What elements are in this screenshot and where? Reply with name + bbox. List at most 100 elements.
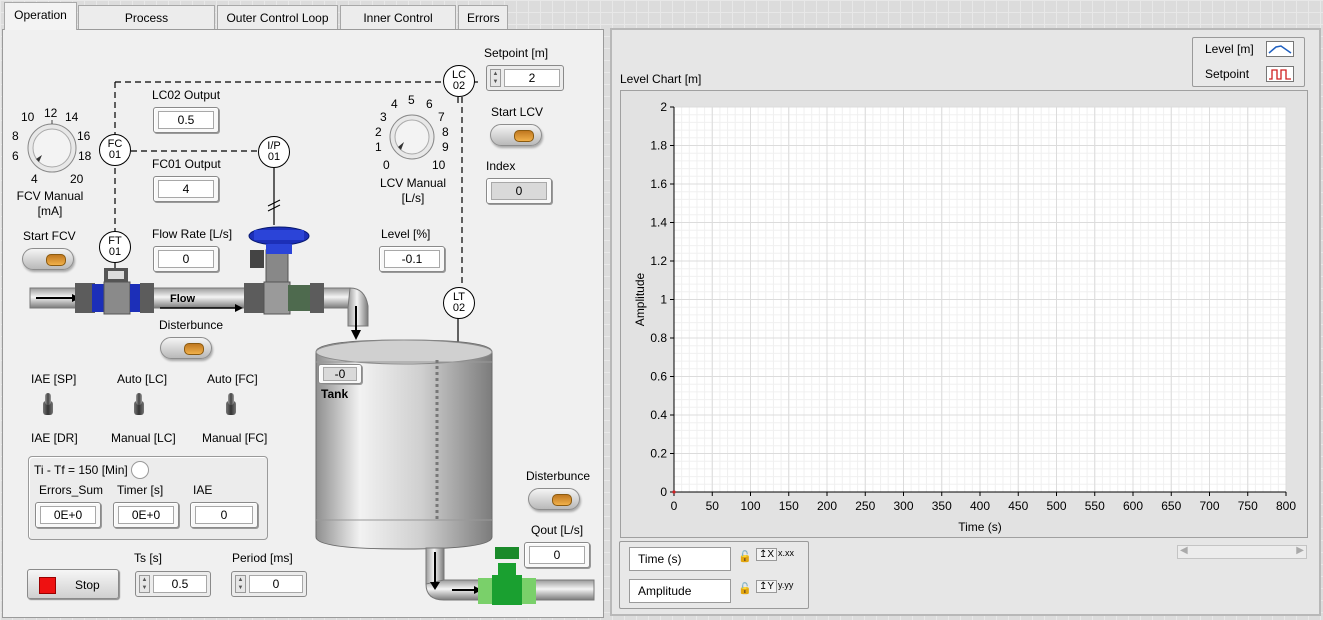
line-icon — [1266, 41, 1294, 57]
auto-lc-label: Auto [LC] — [117, 372, 168, 386]
scroll-left-icon[interactable]: ◀ — [1180, 545, 1188, 556]
disturbance-2-button[interactable] — [528, 488, 580, 510]
y-tick-label: 0.8 — [650, 331, 667, 345]
start-lcv-button[interactable] — [490, 124, 542, 146]
legend-setpoint-label: Setpoint — [1205, 67, 1250, 81]
period-spinner[interactable]: ▲ ▼ — [235, 575, 246, 593]
lc02-output-label: LC02 Output — [152, 88, 221, 102]
disturbance-1-led — [184, 343, 204, 355]
iae-mode-switch[interactable] — [43, 393, 53, 415]
flow-rate-label: Flow Rate [L/s] — [152, 227, 233, 241]
fc-mode-switch[interactable] — [226, 393, 236, 415]
autoscale-x-icon[interactable]: ↥X — [756, 548, 778, 561]
period-label: Period [ms] — [232, 551, 293, 565]
lc-mode-switch[interactable] — [134, 393, 144, 415]
x-tick-label: 750 — [1238, 499, 1258, 513]
x-tick-label: 400 — [970, 499, 990, 513]
disturbance-1-button[interactable] — [160, 337, 212, 359]
fcv-tick-10: 10 — [21, 110, 35, 124]
scroll-right-icon[interactable]: ▶ — [1296, 545, 1304, 556]
disturbance-1-label: Disterbunce — [159, 318, 224, 332]
y-tick-label: 1 — [660, 293, 667, 307]
x-tick-label: 700 — [1199, 499, 1219, 513]
start-fcv-led — [46, 254, 66, 266]
y-tick-label: 1.4 — [650, 216, 667, 230]
lcv-tick-8: 8 — [442, 125, 449, 139]
chart-scrollbar[interactable]: ◀ ▶ — [1177, 545, 1307, 559]
ip01-bubble: I/P 01 — [258, 136, 290, 168]
fcv-tick-16: 16 — [77, 129, 91, 143]
x-tick-label: 0 — [671, 499, 678, 513]
setpoint-label: Setpoint [m] — [484, 46, 549, 60]
index-indicator: 0 — [486, 178, 552, 204]
ts-label: Ts [s] — [134, 551, 163, 565]
timer-indicator: 0E+0 — [113, 502, 179, 528]
disturbance-2-label: Disterbunce — [526, 469, 591, 483]
x-tick-label: 550 — [1085, 499, 1105, 513]
qout-indicator: 0 — [524, 542, 590, 568]
scale-x-name[interactable]: Time (s) — [629, 547, 731, 571]
lcv-tick-3: 3 — [380, 110, 387, 124]
y-tick-label: 1.8 — [650, 139, 667, 153]
fcv-tick-18: 18 — [78, 149, 92, 163]
setpoint-spinner[interactable]: ▲ ▼ — [490, 69, 501, 87]
setpoint-input[interactable]: 2 — [504, 69, 560, 87]
lock-icon-y[interactable]: 🔓 — [738, 582, 752, 595]
scale-y-name[interactable]: Amplitude — [629, 579, 731, 603]
y-tick-label: 1.6 — [650, 177, 667, 191]
stop-icon — [39, 577, 56, 594]
x-tick-label: 50 — [706, 499, 720, 513]
chart-title: Level Chart [m] — [620, 72, 702, 86]
y-tick-label: 0.6 — [650, 370, 667, 384]
tank-label: Tank — [321, 387, 349, 401]
lc02-output-indicator: 0.5 — [153, 107, 219, 133]
qout-label: Qout [L/s] — [531, 523, 584, 537]
fc01-bubble: FC 01 — [99, 134, 131, 166]
level-chart[interactable]: 0 50 100 150 200 250 300 350 400 450 500 550 600 650 7… — [620, 90, 1308, 538]
ts-input[interactable]: 0.5 — [153, 575, 207, 593]
x-tick-label: 300 — [893, 499, 913, 513]
y-tick-label: 1.2 — [650, 254, 667, 268]
iae-label: IAE — [193, 483, 213, 497]
lcv-tick-1: 1 — [375, 140, 382, 154]
ts-control[interactable]: ▲ ▼ 0.5 — [135, 571, 211, 597]
setpoint-control[interactable]: ▲ ▼ 2 — [486, 65, 564, 91]
lcv-tick-0: 0 — [383, 158, 390, 172]
period-control[interactable]: ▲ ▼ 0 — [231, 571, 307, 597]
lcv-tick-5: 5 — [408, 93, 415, 107]
errors-group-led — [131, 461, 149, 479]
lcv-tick-4: 4 — [391, 97, 398, 111]
y-tick-label: 0 — [660, 485, 667, 499]
chart-legend[interactable]: Level [m] Setpoint — [1192, 37, 1305, 87]
x-tick-label: 650 — [1161, 499, 1181, 513]
errors-group-title: Ti - Tf = 150 [Min] — [34, 463, 128, 477]
iae-sp-label: IAE [SP] — [31, 372, 77, 386]
start-fcv-button[interactable] — [22, 248, 74, 270]
lcv-tick-7: 7 — [438, 110, 445, 124]
lcv-manual-label: LCV Manual [L/s] — [379, 176, 447, 205]
period-input[interactable]: 0 — [249, 575, 303, 593]
manual-fc-label: Manual [FC] — [202, 431, 268, 445]
fc01-output-label: FC01 Output — [152, 157, 221, 171]
start-fcv-label: Start FCV — [23, 229, 76, 243]
ts-spinner[interactable]: ▲ ▼ — [139, 575, 150, 593]
x-tick-label: 800 — [1276, 499, 1296, 513]
format-x-icon[interactable]: x.xx — [778, 548, 794, 558]
stop-button[interactable]: Stop — [27, 569, 119, 599]
x-axis-label: Time (s) — [958, 520, 1002, 534]
lcv-tick-9: 9 — [442, 140, 449, 154]
start-lcv-label: Start LCV — [491, 105, 544, 119]
autoscale-y-icon[interactable]: ↥Y — [756, 580, 778, 593]
scale-legend: Time (s) 🔓 ↥X x.xx Amplitude 🔓 ↥Y y.yy — [619, 541, 809, 609]
step-icon — [1266, 66, 1294, 82]
format-y-icon[interactable]: y.yy — [778, 580, 793, 590]
lock-icon-x[interactable]: 🔓 — [738, 550, 752, 563]
tab-operation[interactable]: Operation — [4, 2, 77, 30]
auto-fc-label: Auto [FC] — [207, 372, 258, 386]
x-tick-label: 100 — [740, 499, 760, 513]
x-tick-label: 450 — [1008, 499, 1028, 513]
series-point — [672, 490, 676, 494]
level-pct-label: Level [%] — [381, 227, 431, 241]
ft01-bubble: FT 01 — [99, 231, 131, 263]
manual-lc-label: Manual [LC] — [111, 431, 176, 445]
